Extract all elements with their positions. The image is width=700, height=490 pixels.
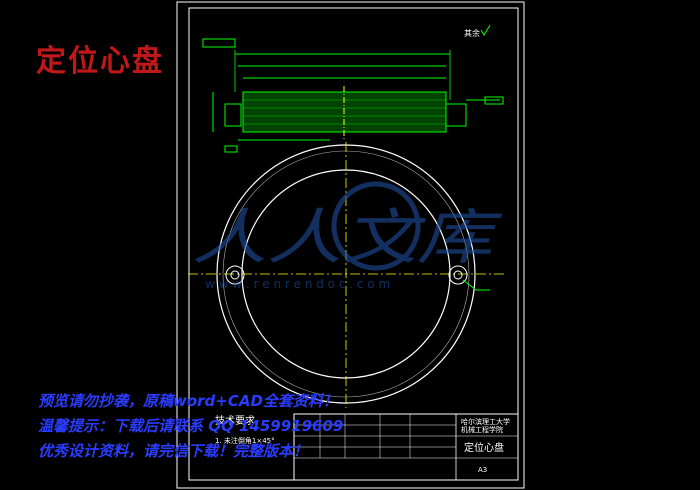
overlay-part-title: 定位心盘: [36, 44, 164, 79]
school-department: 机械工程学院: [461, 425, 503, 434]
watermark-brand: 人人文库: [192, 203, 503, 273]
datum-frame: [202, 38, 236, 48]
section-view: [202, 38, 504, 153]
plan-view: [188, 142, 505, 408]
right-bolt-counterbore: [445, 103, 467, 127]
promo-line-2: 温馨提示：下载后请联系 QQ 1459919609: [38, 417, 344, 435]
roughness-check-icon: [480, 24, 491, 36]
watermark-url: w w w . r e n r e n d o c . c o m: [205, 277, 390, 291]
promo-line-3: 优秀设计资料，请完信下载！完整版本！: [38, 442, 309, 460]
sheet-size: A3: [478, 466, 487, 474]
bottom-tolerance-frame: [224, 145, 238, 153]
school-name: 哈尔滨理工大学: [461, 417, 510, 426]
part-name: 定位心盘: [464, 441, 504, 454]
left-bolt-counterbore: [224, 103, 242, 127]
promo-line-1: 预览请勿抄袭，原稿word+CAD全套资料！: [38, 392, 338, 410]
roughness-note: 其余: [464, 28, 480, 38]
